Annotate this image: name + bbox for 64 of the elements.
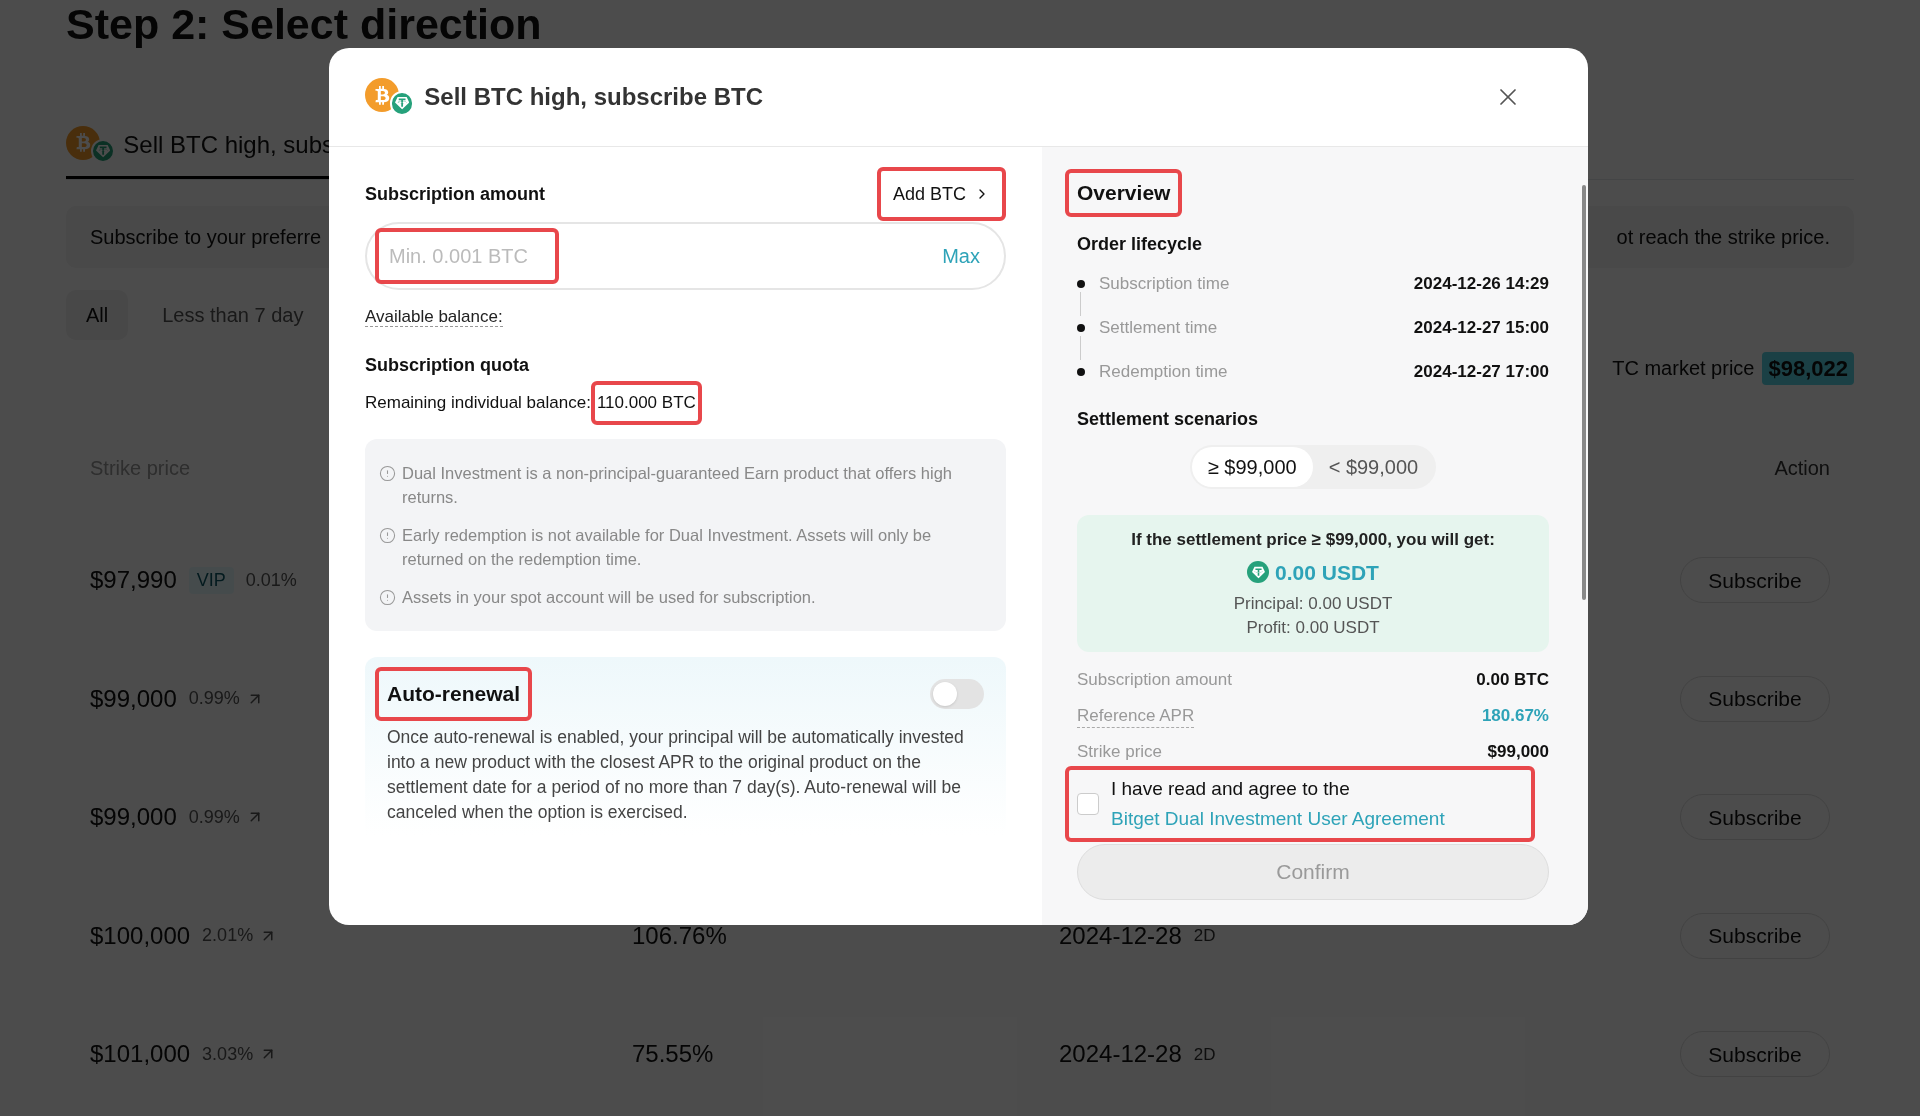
note-text: Assets in your spot account will be used for subscription. [402, 586, 816, 608]
lifecycle-title: Order lifecycle [1077, 233, 1204, 256]
auto-renewal-description: Once auto-renewal is enabled, your principal will be automatically invested into a new product with the closest APR to the original product on the settlement date for a period of no more than 7 day(s). Auto-renewal will be canceled when the option is exercised. [386, 725, 965, 824]
scenarios-title: Settlement scenarios [1077, 408, 1260, 431]
lifecycle-label: Settlement time [1099, 317, 1218, 340]
amount-input[interactable]: Min. 0.001 BTC [375, 228, 559, 284]
profit-text: Profit: 0.00 USDT [1246, 617, 1380, 639]
info-icon [379, 464, 396, 482]
apr-value: 106.76% [632, 921, 727, 949]
amount-field[interactable]: Min. 0.001 BTC Max [365, 222, 1006, 290]
agreement-link[interactable]: Bitget Dual Investment User Agreement [1111, 808, 1445, 829]
scrollbar[interactable] [1582, 185, 1586, 600]
strike-price: $101,000 [90, 1039, 191, 1070]
agreement-text: I have read and agree to the Bitget Dual Investment User Agreement [1111, 777, 1446, 831]
principal-text: Principal: 0.00 USDT [1233, 593, 1393, 615]
quota-label: Subscription quota [365, 353, 530, 377]
detail-label: Reference APR [1077, 704, 1195, 728]
settlement-date: 2024-12-28 [1059, 920, 1182, 951]
timeline-connector [1080, 336, 1081, 360]
result-heading: If the settlement price ≥ $99,000, you will get: [1131, 529, 1495, 551]
result-amount: 0.00 USDT [1275, 559, 1379, 586]
note-text: Early redemption is not available for Dual Investment. Assets will only be returned on the redemption time. [402, 524, 933, 570]
auto-renewal-title: Auto-renewal [387, 680, 520, 707]
add-btc-link[interactable]: Add BTC [880, 171, 1002, 217]
column-header: Action [1774, 456, 1830, 481]
timeline-connector [1080, 292, 1081, 316]
note-text: Dual Investment is a non-principal-guaranteed Earn product that offers high returns. [402, 462, 954, 508]
agreement-checkbox[interactable] [1077, 793, 1099, 815]
lifecycle-value: 2024-12-27 15:00 [1413, 317, 1549, 340]
lifecycle-label: Subscription time [1099, 273, 1230, 296]
strike-price: $99,000 [90, 802, 177, 833]
term-label: 2D [1193, 925, 1216, 947]
market-price-label: TC market price [1612, 356, 1755, 381]
scenario-option[interactable]: < $99,000 [1312, 447, 1435, 487]
remaining-balance-label: Remaining individual balance: [365, 391, 591, 414]
info-icon [379, 588, 396, 606]
notice-text: Subscribe to your preferre [90, 225, 322, 250]
remaining-balance-value: 110.000 BTC [596, 391, 696, 414]
apr-value: 75.55% [632, 1040, 714, 1068]
page-title: Step 2: Select direction [66, 2, 543, 46]
tether-icon [1247, 561, 1270, 584]
detail-label: Subscription amount [1077, 669, 1232, 692]
field-label: Subscription amount [365, 182, 545, 206]
strike-price: $99,000 [90, 683, 177, 714]
term-label: 2D [1193, 1043, 1216, 1066]
lifecycle-label: Redemption time [1099, 361, 1228, 384]
lifecycle-value: 2024-12-27 17:00 [1413, 361, 1549, 384]
lifecycle-value: 2024-12-26 14:29 [1413, 273, 1549, 296]
strike-price: $100,000 [90, 920, 191, 951]
coin-pair-icon [365, 78, 415, 116]
auto-renewal-toggle[interactable] [930, 678, 984, 709]
info-icon [379, 526, 396, 544]
scenario-option[interactable]: ≥ $99,000 [1191, 447, 1313, 487]
detail-value: 0.00 BTC [1476, 669, 1549, 692]
detail-label: Strike price [1077, 741, 1163, 764]
available-balance-label: Available balance: [365, 307, 503, 327]
overview-title: Overview [1077, 180, 1171, 207]
strike-price: $97,990 [90, 565, 177, 596]
notice-text: ot reach the strike price. [1616, 225, 1830, 250]
settlement-date: 2024-12-28 [1059, 1039, 1182, 1070]
detail-value: $99,000 [1487, 741, 1549, 764]
detail-value: 180.67% [1481, 705, 1549, 728]
dialog-title: Sell BTC high, subscribe BTC [424, 82, 763, 112]
max-link[interactable]: Max [942, 241, 980, 271]
